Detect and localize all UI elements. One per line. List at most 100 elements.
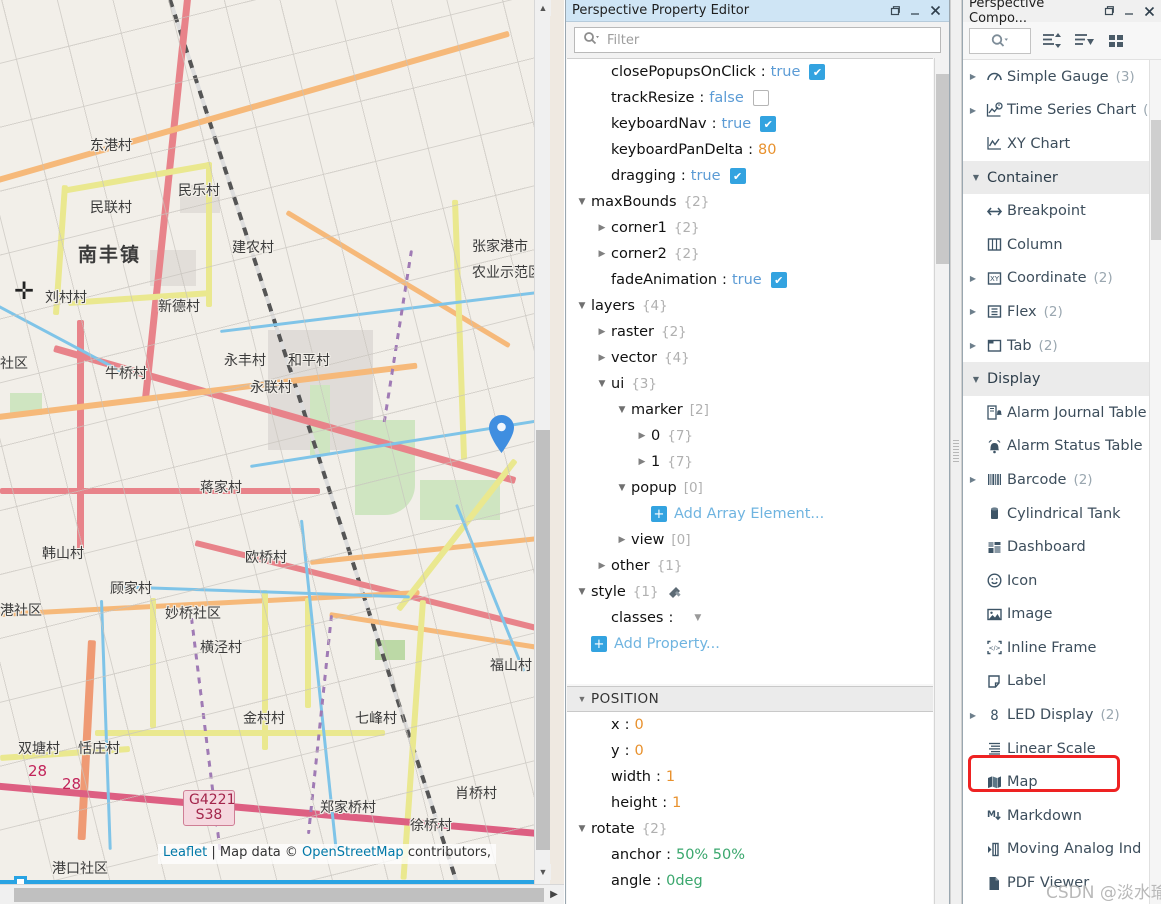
add-plus-icon[interactable]: + <box>651 506 667 522</box>
checkbox-unchecked[interactable] <box>752 90 769 106</box>
twisty-collapsed-icon[interactable]: ▶ <box>965 475 981 484</box>
grid-view-icon[interactable] <box>1105 30 1127 52</box>
twisty-collapsed-icon[interactable]: ▶ <box>613 535 631 545</box>
property-row[interactable]: ▼ style {1} <box>567 579 933 605</box>
twisty-collapsed-icon[interactable]: ▶ <box>965 106 981 115</box>
property-value[interactable]: 1 <box>666 769 675 785</box>
twisty-collapsed-icon[interactable]: ▶ <box>633 431 651 441</box>
search-dropdown-icon[interactable] <box>583 31 599 50</box>
property-row[interactable]: anchor:50% 50% <box>567 842 933 868</box>
component-list-item[interactable]: Column <box>963 228 1149 262</box>
property-row[interactable]: keyboardPanDelta:80 <box>567 137 933 163</box>
property-value[interactable]: 80 <box>758 142 776 158</box>
property-row[interactable]: ▶ view [0] <box>567 527 933 553</box>
component-list-item[interactable]: ▶ Simple Gauge (3) <box>963 60 1149 94</box>
openstreetmap-link[interactable]: OpenStreetMap <box>302 845 404 860</box>
property-value[interactable]: false <box>709 90 744 106</box>
property-row[interactable]: dragging: true ✔ <box>567 163 933 189</box>
twisty-expanded-icon[interactable]: ▼ <box>573 824 591 834</box>
property-row[interactable]: keyboardNav: true ✔ <box>567 111 933 137</box>
property-value[interactable]: true <box>721 116 751 132</box>
map-vertical-scroll-thumb[interactable] <box>536 430 550 850</box>
property-row[interactable]: width:1 <box>567 764 933 790</box>
position-property-list[interactable]: x:0 y:0 width:1 height:1 ▼ rotate {2} anchor:50… <box>567 712 933 904</box>
property-value[interactable]: true <box>771 64 801 80</box>
twisty-expanded-icon[interactable]: ▼ <box>965 173 987 182</box>
component-list-scrollbar[interactable] <box>1149 60 1161 904</box>
component-list-item[interactable]: ▶ Tab (2) <box>963 329 1149 363</box>
expand-all-icon[interactable] <box>1041 30 1063 52</box>
component-list-item[interactable]: Breakpoint <box>963 194 1149 228</box>
property-row[interactable]: + Add Array Element... <box>567 501 933 527</box>
twisty-expanded-icon[interactable]: ▼ <box>573 197 591 207</box>
checkbox-checked[interactable]: ✔ <box>770 272 787 288</box>
map-scroll-up-arrow[interactable]: ▲ <box>535 0 551 16</box>
map-resize-handle[interactable] <box>14 876 27 884</box>
twisty-collapsed-icon[interactable]: ▶ <box>593 327 611 337</box>
property-row[interactable]: ▶ corner2 {2} <box>567 241 933 267</box>
component-list-item[interactable]: Linear Scale <box>963 732 1149 766</box>
restore-icon[interactable] <box>885 2 905 20</box>
property-row[interactable]: ▼ ui {3} <box>567 371 933 397</box>
component-list-item[interactable]: ▶ Barcode (2) <box>963 463 1149 497</box>
twisty-collapsed-icon[interactable]: ▶ <box>965 341 981 350</box>
component-list-item[interactable]: Alarm Status Table <box>963 430 1149 464</box>
property-value[interactable]: 0 <box>634 717 643 733</box>
add-plus-icon[interactable]: + <box>591 636 607 652</box>
component-group-header[interactable]: ▼ Display <box>963 362 1149 396</box>
component-list-item[interactable]: Label <box>963 665 1149 699</box>
twisty-collapsed-icon[interactable]: ▶ <box>633 457 651 467</box>
property-row[interactable]: ▼ maxBounds {2} <box>567 189 933 215</box>
property-editor-scrollbar[interactable] <box>934 58 949 904</box>
minimize-icon[interactable] <box>1119 2 1139 20</box>
twisty-expanded-icon[interactable]: ▼ <box>613 405 631 415</box>
style-palette-icon[interactable] <box>667 585 683 599</box>
property-row[interactable]: ▶ 0 {7} <box>567 423 933 449</box>
component-group-header[interactable]: ▼ Container <box>963 160 1149 195</box>
property-row[interactable]: trackResize: false <box>567 85 933 111</box>
component-list-item[interactable]: Image <box>963 598 1149 632</box>
property-row[interactable]: ▶ 1 {7} <box>567 449 933 475</box>
map-horizontal-scroll-thumb[interactable] <box>14 888 564 902</box>
minimize-icon[interactable] <box>905 2 925 20</box>
twisty-expanded-icon[interactable]: ▼ <box>613 483 631 493</box>
twisty-collapsed-icon[interactable]: ▶ <box>593 223 611 233</box>
property-row[interactable]: ▼ marker [2] <box>567 397 933 423</box>
position-section-twisty-icon[interactable]: ▼ <box>573 694 591 704</box>
property-row[interactable]: ▶ vector {4} <box>567 345 933 371</box>
checkbox-checked[interactable]: ✔ <box>729 168 746 184</box>
property-value[interactable]: 0deg <box>666 873 703 889</box>
component-palette-titlebar[interactable]: Perspective Compo... <box>963 0 1161 26</box>
property-row[interactable]: y:0 <box>567 738 933 764</box>
property-value[interactable]: true <box>691 168 721 184</box>
property-value[interactable]: 1 <box>672 795 681 811</box>
component-list-item[interactable]: Alarm Journal Table <box>963 396 1149 430</box>
palette-search-button[interactable] <box>969 27 1031 54</box>
component-list-item[interactable]: Cylindrical Tank <box>963 497 1149 531</box>
map-scroll-right-arrow[interactable]: ▶ <box>544 885 564 904</box>
add-property-link[interactable]: Add Array Element... <box>674 506 824 522</box>
map-pin-icon[interactable] <box>489 415 514 453</box>
twisty-collapsed-icon[interactable]: ▶ <box>965 274 981 283</box>
map-preview-panel[interactable]: G4221 S38 28 28 ✛ 东港村 民乐村 民联村 建农村 南丰镇 张家港市 农业示… <box>0 0 564 904</box>
map-scroll-down-arrow[interactable]: ▼ <box>535 864 551 880</box>
property-row[interactable]: ▼ rotate {2} <box>567 816 933 842</box>
filter-input[interactable]: Filter <box>574 27 941 53</box>
twisty-collapsed-icon[interactable]: ▶ <box>593 353 611 363</box>
close-icon[interactable] <box>925 2 945 20</box>
component-list[interactable]: ▶ Simple Gauge (3) ▶ Time Series Chart (XY Ch… <box>963 60 1149 904</box>
leaflet-link[interactable]: Leaflet <box>163 845 207 860</box>
component-list-item[interactable]: Map <box>963 765 1149 799</box>
twisty-expanded-icon[interactable]: ▼ <box>965 375 987 384</box>
component-list-item[interactable]: ▶ XY Coordinate (2) <box>963 262 1149 296</box>
twisty-expanded-icon[interactable]: ▼ <box>593 379 611 389</box>
divider-grip-icon[interactable] <box>953 440 959 466</box>
twisty-collapsed-icon[interactable]: ▶ <box>965 72 981 81</box>
property-row[interactable]: ▼ popup [0] <box>567 475 933 501</box>
property-value[interactable]: 0 <box>634 743 643 759</box>
close-icon[interactable] <box>1139 2 1159 20</box>
component-list-item[interactable]: ▶ Flex (2) <box>963 295 1149 329</box>
property-editor-scroll-thumb[interactable] <box>936 74 949 264</box>
property-row[interactable]: closePopupsOnClick: true ✔ <box>567 59 933 85</box>
twisty-expanded-icon[interactable]: ▼ <box>573 587 591 597</box>
